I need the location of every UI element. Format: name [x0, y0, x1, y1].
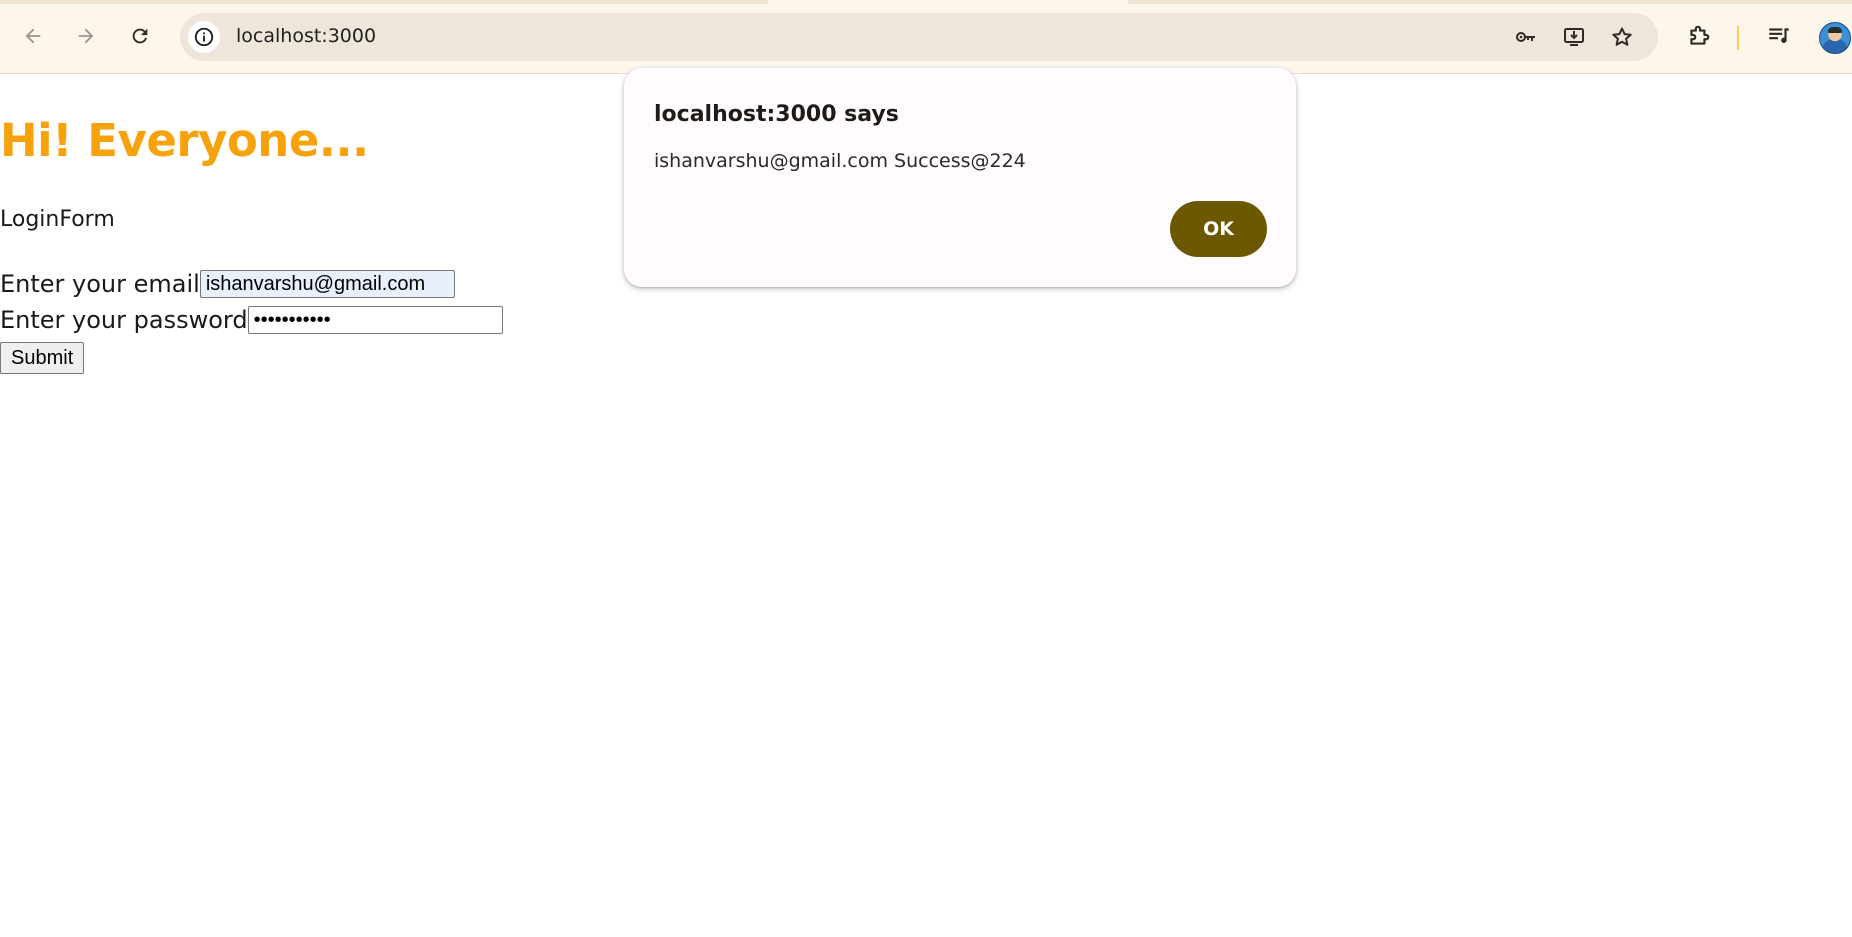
media-list-icon: [1769, 28, 1789, 44]
submit-button[interactable]: Submit: [0, 342, 85, 374]
back-arrow-icon: [25, 28, 41, 44]
dialog-title: localhost:3000 says: [654, 102, 899, 127]
password-label: Enter your password: [0, 306, 248, 334]
back-button[interactable]: [15, 18, 51, 54]
forward-arrow-icon: [78, 28, 94, 44]
page-heading: Hi! Everyone...: [0, 114, 369, 167]
browser-toolbar: localhost:3000: [0, 0, 1852, 74]
info-icon: [194, 27, 214, 47]
avatar-hair: [1828, 27, 1842, 33]
install-app-icon: [1564, 28, 1584, 46]
password-row: Enter your password •••••••••••: [0, 306, 503, 334]
email-row: Enter your email ishanvarshu@gmail.com: [0, 270, 455, 298]
bookmark-button[interactable]: [1608, 23, 1636, 51]
address-bar[interactable]: localhost:3000: [180, 13, 1658, 61]
ok-button[interactable]: OK: [1170, 201, 1267, 257]
dialog-message: ishanvarshu@gmail.com Success@224: [654, 150, 1026, 172]
password-value: •••••••••••: [253, 308, 331, 331]
reload-icon: [132, 28, 148, 44]
site-info-button[interactable]: [188, 21, 220, 53]
email-value: ishanvarshu@gmail.com: [205, 272, 426, 295]
email-label: Enter your email: [0, 270, 200, 298]
avatar[interactable]: [1819, 22, 1851, 54]
email-field[interactable]: ishanvarshu@gmail.com: [199, 270, 455, 298]
password-field[interactable]: •••••••••••: [247, 306, 503, 334]
alert-dialog: localhost:3000 says ishanvarshu@gmail.co…: [624, 68, 1296, 287]
reload-button[interactable]: [122, 18, 158, 54]
toolbar-divider: [1737, 26, 1739, 50]
password-manager-button[interactable]: [1512, 23, 1540, 51]
puzzle-icon: [1690, 25, 1710, 45]
install-app-button[interactable]: [1560, 23, 1588, 51]
key-icon: [1516, 32, 1535, 42]
active-tab[interactable]: [768, 0, 1128, 4]
star-icon: [1612, 27, 1632, 46]
reading-list-button[interactable]: [1763, 20, 1795, 52]
forward-button[interactable]: [68, 18, 104, 54]
extensions-button[interactable]: [1683, 20, 1715, 52]
url-text[interactable]: localhost:3000: [236, 25, 376, 47]
form-title: LoginForm: [0, 207, 115, 232]
